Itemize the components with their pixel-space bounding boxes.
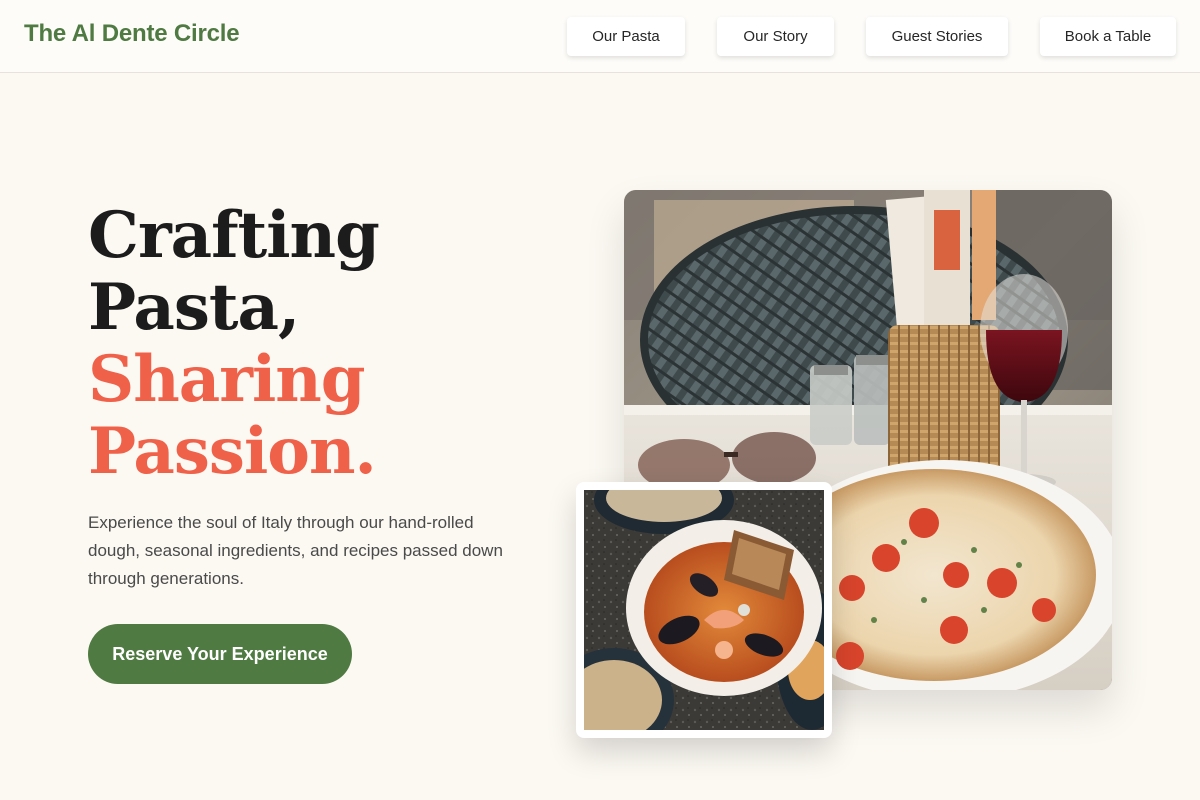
- headline-line-1: Crafting: [88, 198, 380, 273]
- headline-line-2: Pasta,: [88, 270, 300, 345]
- hero-description: Experience the soul of Italy through our…: [88, 513, 503, 588]
- seafood-pasta-photo: [584, 490, 824, 730]
- nav-guest-stories[interactable]: Guest Stories: [866, 17, 1008, 56]
- nav-book-a-table[interactable]: Book a Table: [1040, 17, 1176, 56]
- nav-our-story[interactable]: Our Story: [717, 17, 834, 56]
- brand-logo[interactable]: The Al Dente Circle: [24, 20, 240, 48]
- seafood-photo-card: [576, 482, 832, 738]
- reserve-button[interactable]: Reserve Your Experience: [88, 624, 352, 684]
- hero-headline: Crafting Pasta, Sharing Passion.: [88, 198, 380, 489]
- site-header: The Al Dente Circle Our Pasta Our Story …: [0, 0, 1200, 73]
- headline-line-4: Passion.: [88, 414, 377, 489]
- headline-line-3: Sharing: [88, 342, 366, 417]
- nav-our-pasta[interactable]: Our Pasta: [567, 17, 685, 56]
